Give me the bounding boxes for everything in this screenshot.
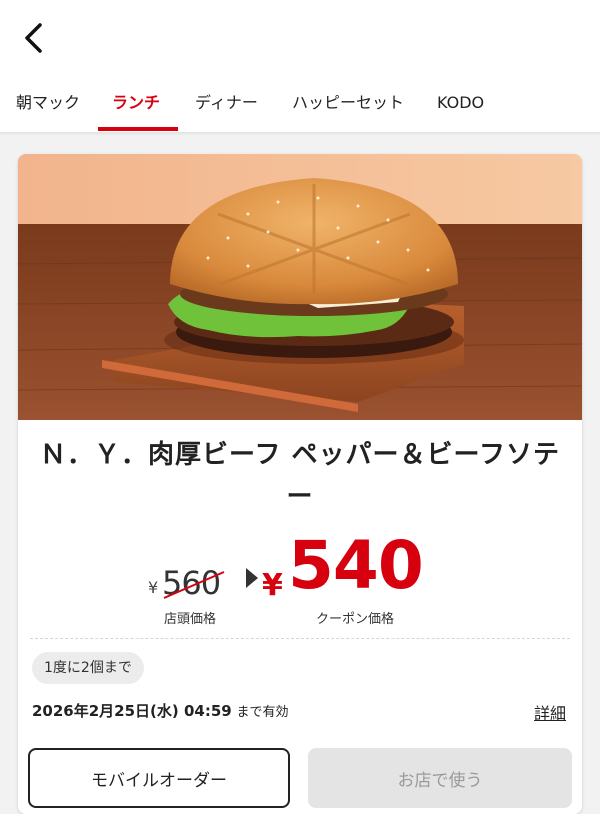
expiry-text: 2026年2月25日(水) 04:59 まで有効 xyxy=(32,700,289,721)
original-currency: ¥ xyxy=(148,578,159,597)
use-in-store-button[interactable]: お店で使う xyxy=(308,748,572,808)
tab-lunch[interactable]: ランチ xyxy=(112,80,160,134)
limit-badge: 1度に2個まで xyxy=(32,652,144,684)
product-photo xyxy=(18,154,582,420)
arrow-right-icon xyxy=(246,568,258,588)
active-tab-indicator xyxy=(98,127,178,131)
coupon-card: Ｎ．Ｙ．肉厚ビーフ ペッパー＆ビーフソテー ¥ 560 店頭価格 ¥ 540 ク… xyxy=(18,154,582,814)
tab-morning-mac[interactable]: 朝マック xyxy=(16,80,80,134)
tab-dinner[interactable]: ディナー xyxy=(195,80,258,134)
detail-link[interactable]: 詳細 xyxy=(534,700,566,724)
original-price-label: 店頭価格 xyxy=(164,612,217,627)
tab-kodo[interactable]: KODO xyxy=(437,80,484,134)
chevron-left-icon xyxy=(25,23,42,53)
expiry-date: 2026年2月25日(水) 04:59 xyxy=(32,702,232,720)
dashed-divider xyxy=(30,638,570,639)
mobile-order-button[interactable]: モバイルオーダー xyxy=(28,748,290,808)
strikethrough-line xyxy=(163,571,225,599)
top-bar: 朝マック ランチ ディナー ハッピーセット KODO xyxy=(0,0,600,134)
topbar-divider xyxy=(0,132,600,136)
tab-happy-set[interactable]: ハッピーセット xyxy=(292,80,404,134)
coupon-title: Ｎ．Ｙ．肉厚ビーフ ペッパー＆ビーフソテー xyxy=(40,440,560,512)
coupon-price: 540 xyxy=(288,527,424,604)
coupon-price-label: クーポン価格 xyxy=(316,612,395,627)
back-button[interactable] xyxy=(14,18,54,58)
category-tabs: 朝マック ランチ ディナー ハッピーセット KODO xyxy=(0,80,600,134)
coupon-currency: ¥ xyxy=(262,568,283,603)
expiry-suffix: まで有効 xyxy=(236,705,289,720)
